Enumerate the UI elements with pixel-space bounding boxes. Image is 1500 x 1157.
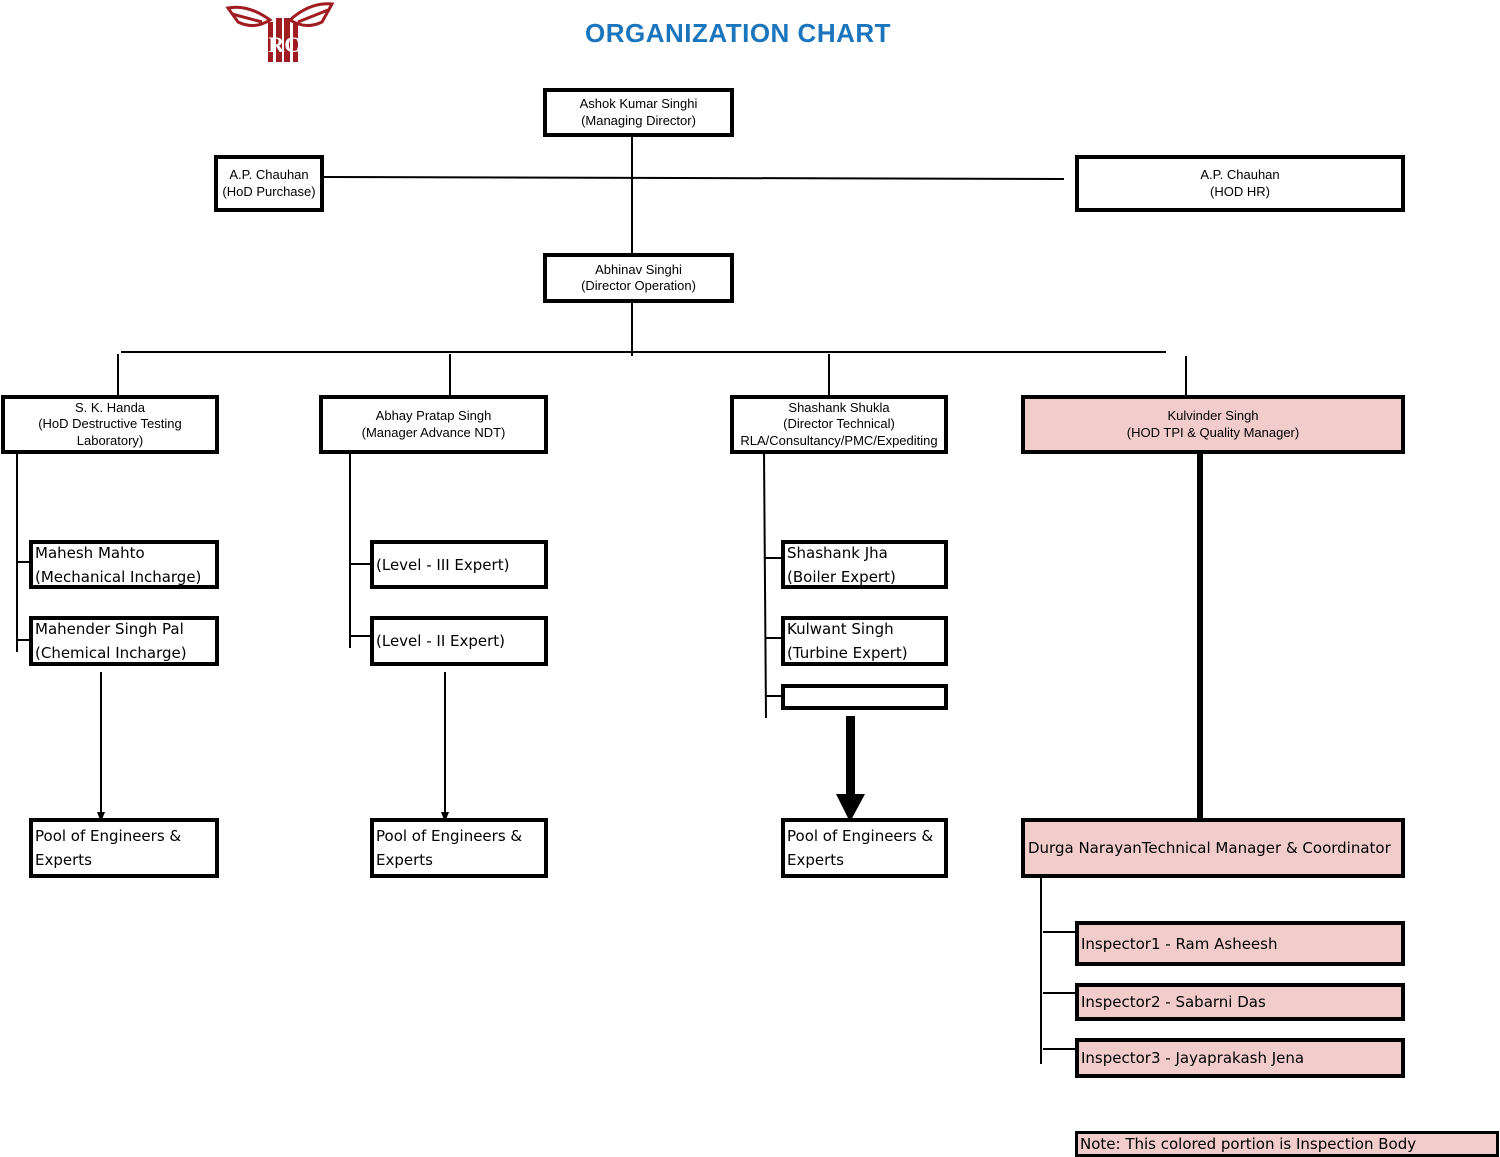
- node-role: (HOD HR): [1210, 183, 1270, 199]
- connector: [321, 176, 1065, 180]
- node-role: (Managing Director): [581, 112, 696, 128]
- node-name: Abhay Pratap Singh: [375, 408, 492, 423]
- pool-label: Experts: [376, 851, 433, 869]
- node-role: (HoD Purchase): [222, 183, 316, 199]
- node-dept-head-destructive-testing: S. K. Handa (HoD Destructive Testing Lab…: [1, 395, 219, 454]
- node-inspector: Inspector1 - Ram Asheesh: [1075, 921, 1405, 966]
- node-role: (Manager Advance NDT): [361, 424, 506, 440]
- node-member-empty: [781, 684, 948, 710]
- member-name: Shashank Jha: [787, 543, 888, 562]
- node-role: RLA/Consultancy/PMC/Expediting: [740, 432, 938, 448]
- node-hod-hr: A.P. Chauhan (HOD HR): [1075, 155, 1405, 212]
- member-name: Kulwant Singh: [787, 620, 894, 638]
- member-role: (Level - III Expert): [376, 555, 510, 574]
- node-role: (HOD TPI & Quality Manager): [1126, 424, 1300, 440]
- member-role: (Level - II Expert): [376, 632, 506, 650]
- node-name: Ashok Kumar Singhi: [579, 96, 698, 111]
- pool-label: Experts: [35, 851, 92, 869]
- member-role: (Turbine Expert): [787, 644, 908, 662]
- node-inspector: Inspector2 - Sabarni Das: [1075, 983, 1405, 1021]
- node-name: Kulvinder Singh: [1167, 408, 1259, 423]
- pool-label: Experts: [787, 851, 844, 869]
- connector: [763, 451, 767, 719]
- legend-note: Note: This colored portion is Inspection…: [1075, 1131, 1499, 1157]
- pool-label: Pool of Engineers &: [35, 827, 182, 845]
- note-text: Note: This colored portion is Inspection…: [1080, 1135, 1417, 1153]
- member-role: (Chemical Incharge): [35, 644, 187, 662]
- node-director-operation: Abhinav Singhi (Director Operation): [543, 253, 734, 303]
- member-name: Mahender Singh Pal: [35, 620, 184, 638]
- node-member: (Level - III Expert): [370, 540, 548, 589]
- inspector-label: Inspector2 - Sabarni Das: [1081, 993, 1266, 1011]
- member-role: (Mechanical Incharge): [35, 567, 202, 586]
- node-member: Kulwant Singh (Turbine Expert): [781, 616, 948, 666]
- node-member: Mahesh Mahto (Mechanical Incharge): [29, 540, 219, 589]
- node-role: (Director Operation): [581, 278, 696, 293]
- node-inspector: Inspector3 - Jayaprakash Jena: [1075, 1038, 1405, 1078]
- coordinator-label: Durga NarayanTechnical Manager & Coordin…: [1028, 839, 1391, 857]
- pool-label: Pool of Engineers &: [376, 827, 523, 845]
- node-pool: Pool of Engineers & Experts: [370, 818, 548, 878]
- node-dept-head-technical: Shashank Shukla (Director Technical) RLA…: [730, 395, 948, 454]
- node-name: S. K. Handa: [74, 399, 146, 415]
- node-dept-head-advance-ndt: Abhay Pratap Singh (Manager Advance NDT): [319, 395, 548, 454]
- node-pool: Pool of Engineers & Experts: [29, 818, 219, 878]
- pool-label: Pool of Engineers &: [787, 827, 934, 845]
- node-member: (Level - II Expert): [370, 616, 548, 666]
- node-hod-purchase: A.P. Chauhan (HoD Purchase): [214, 155, 324, 212]
- node-name: A.P. Chauhan: [1200, 167, 1280, 182]
- thick-arrow-shaft: [846, 716, 855, 796]
- inspector-label: Inspector3 - Jayaprakash Jena: [1081, 1049, 1305, 1067]
- member-name: Mahesh Mahto: [35, 543, 145, 562]
- node-member: Shashank Jha (Boiler Expert): [781, 540, 948, 589]
- member-role: (Boiler Expert): [787, 567, 896, 586]
- node-name: A.P. Chauhan: [229, 167, 309, 182]
- node-managing-director: Ashok Kumar Singhi (Managing Director): [543, 88, 734, 137]
- inspector-label: Inspector1 - Ram Asheesh: [1081, 934, 1278, 953]
- thick-arrow-shaft: [1197, 452, 1203, 824]
- node-member: Mahender Singh Pal (Chemical Incharge): [29, 616, 219, 666]
- node-technical-coordinator: Durga NarayanTechnical Manager & Coordin…: [1021, 818, 1405, 878]
- node-role: (Director Technical): [783, 416, 895, 432]
- node-name: Abhinav Singhi: [595, 261, 682, 277]
- node-role: (HoD Destructive Testing: [38, 416, 182, 432]
- node-name: Shashank Shukla: [788, 399, 890, 415]
- node-dept-head-tpi-quality: Kulvinder Singh (HOD TPI & Quality Manag…: [1021, 395, 1405, 454]
- node-pool: Pool of Engineers & Experts: [781, 818, 948, 878]
- node-role: Laboratory): [76, 432, 144, 448]
